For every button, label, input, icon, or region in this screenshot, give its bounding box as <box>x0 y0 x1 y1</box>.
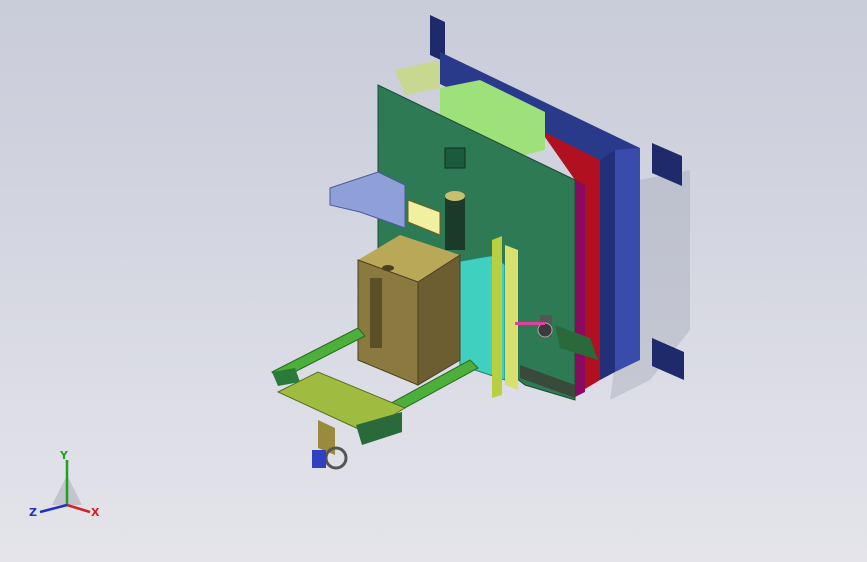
z-axis-label: Z <box>29 506 37 519</box>
cylinder-cap <box>445 191 465 201</box>
magenta-edge <box>575 180 585 397</box>
chute <box>329 171 406 229</box>
cylinder-post <box>445 195 465 250</box>
cad-assembly-model[interactable] <box>0 0 867 562</box>
plate-window <box>444 147 466 169</box>
hook-clamp <box>312 420 348 470</box>
orientation-triad[interactable]: Y X Z <box>20 440 115 530</box>
vertical-rail-2 <box>505 245 518 390</box>
top-bracket <box>395 60 440 95</box>
cad-viewport[interactable]: Y X Z <box>0 0 867 562</box>
vertical-rail-1 <box>492 236 502 398</box>
z-axis-icon <box>39 503 68 514</box>
y-axis-label: Y <box>59 449 69 462</box>
x-axis-icon <box>66 503 91 514</box>
khaki-box <box>357 235 461 386</box>
x-axis-label: X <box>91 506 100 519</box>
